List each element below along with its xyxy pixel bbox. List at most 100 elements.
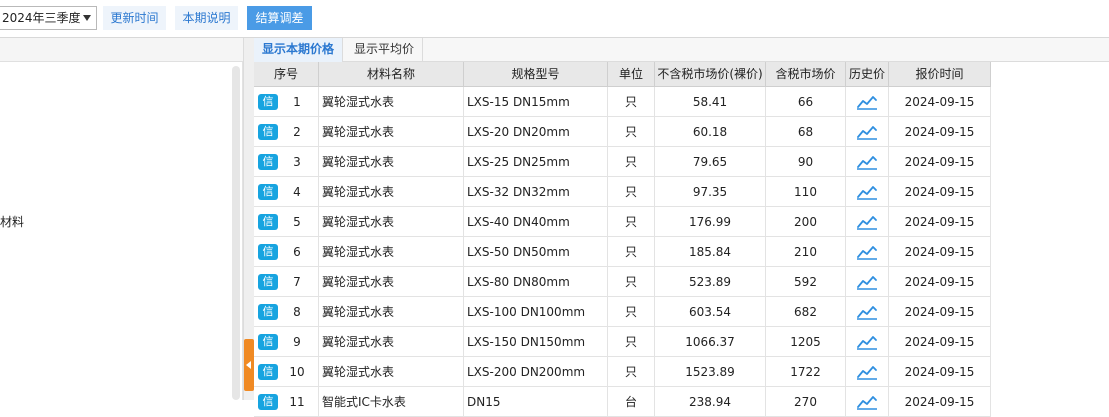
price-inc-tax-cell: 682 [766, 297, 846, 327]
price-ex-tax-cell: 238.94 [655, 387, 766, 417]
collapse-handle[interactable] [244, 339, 254, 391]
table-row[interactable]: 信 8 翼轮湿式水表 LXS-100 DN100mm 只 603.54 682 … [254, 297, 991, 327]
trend-chart-icon[interactable] [856, 124, 878, 140]
spec-cell: DN15 [464, 387, 608, 417]
tab-average-price[interactable]: 显示平均价 [346, 38, 424, 62]
price-inc-tax-cell: 90 [766, 147, 846, 177]
toolbar: 2024年三季度 更新时间 本期说明 结算调差 [0, 0, 1109, 38]
period-select[interactable]: 2024年三季度 [0, 6, 97, 30]
spec-cell: LXS-50 DN50mm [464, 237, 608, 267]
price-ex-tax-cell: 176.99 [655, 207, 766, 237]
table-row[interactable]: 信 5 翼轮湿式水表 LXS-40 DN40mm 只 176.99 200 20… [254, 207, 991, 237]
table-row[interactable]: 信 1 翼轮湿式水表 LXS-15 DN15mm 只 58.41 66 2024… [254, 87, 991, 117]
left-panel-item[interactable]: 材料 [0, 213, 24, 230]
spec-cell: LXS-150 DN150mm [464, 327, 608, 357]
panel-splitter[interactable] [243, 38, 254, 400]
unit-cell: 只 [608, 177, 655, 207]
tab-current-price[interactable]: 显示本期价格 [254, 38, 344, 62]
seq-cell: 信 8 [254, 297, 319, 327]
credit-badge[interactable]: 信 [258, 334, 278, 350]
material-name-cell: 翼轮湿式水表 [319, 147, 464, 177]
price-inc-tax-cell: 270 [766, 387, 846, 417]
table-row[interactable]: 信 3 翼轮湿式水表 LXS-25 DN25mm 只 79.65 90 2024… [254, 147, 991, 177]
credit-badge[interactable]: 信 [258, 94, 278, 110]
quote-date-cell: 2024-09-15 [889, 177, 991, 207]
column-header-price-inc-tax[interactable]: 含税市场价 [766, 62, 846, 87]
column-header-spec[interactable]: 规格型号 [464, 62, 608, 87]
credit-badge[interactable]: 信 [258, 154, 278, 170]
spec-cell: LXS-200 DN200mm [464, 357, 608, 387]
update-time-button[interactable]: 更新时间 [103, 6, 166, 30]
trend-chart-icon[interactable] [856, 304, 878, 320]
trend-chart-icon[interactable] [856, 394, 878, 410]
credit-badge[interactable]: 信 [258, 214, 278, 230]
price-inc-tax-cell: 66 [766, 87, 846, 117]
period-select-value: 2024年三季度 [2, 11, 81, 25]
table-row[interactable]: 信 9 翼轮湿式水表 LXS-150 DN150mm 只 1066.37 120… [254, 327, 991, 357]
unit-cell: 只 [608, 207, 655, 237]
price-ex-tax-cell: 79.65 [655, 147, 766, 177]
price-inc-tax-cell: 1722 [766, 357, 846, 387]
price-inc-tax-cell: 110 [766, 177, 846, 207]
column-header-date[interactable]: 报价时间 [889, 62, 991, 87]
seq-number: 8 [293, 305, 301, 319]
column-header-seq[interactable]: 序号 [254, 62, 319, 87]
caret-down-icon [83, 15, 91, 21]
seq-number: 1 [293, 95, 301, 109]
left-panel: 材料 [0, 38, 243, 400]
seq-cell: 信 1 [254, 87, 319, 117]
quote-date-cell: 2024-09-15 [889, 237, 991, 267]
table-row[interactable]: 信 7 翼轮湿式水表 LXS-80 DN80mm 只 523.89 592 20… [254, 267, 991, 297]
spec-cell: LXS-15 DN15mm [464, 87, 608, 117]
table-row[interactable]: 信 4 翼轮湿式水表 LXS-32 DN32mm 只 97.35 110 202… [254, 177, 991, 207]
period-note-button[interactable]: 本期说明 [175, 6, 238, 30]
quote-date-cell: 2024-09-15 [889, 207, 991, 237]
history-cell [846, 207, 889, 237]
column-header-unit[interactable]: 单位 [608, 62, 655, 87]
trend-chart-icon[interactable] [856, 94, 878, 110]
history-cell [846, 267, 889, 297]
left-panel-scrollbar[interactable] [232, 66, 240, 400]
quote-date-cell: 2024-09-15 [889, 147, 991, 177]
column-header-price-ex-tax[interactable]: 不含税市场价(裸价) [655, 62, 766, 87]
material-name-cell: 翼轮湿式水表 [319, 297, 464, 327]
credit-badge[interactable]: 信 [258, 244, 278, 260]
spec-cell: LXS-20 DN20mm [464, 117, 608, 147]
price-ex-tax-cell: 603.54 [655, 297, 766, 327]
price-inc-tax-cell: 1205 [766, 327, 846, 357]
credit-badge[interactable]: 信 [258, 304, 278, 320]
unit-cell: 只 [608, 327, 655, 357]
quote-date-cell: 2024-09-15 [889, 117, 991, 147]
trend-chart-icon[interactable] [856, 184, 878, 200]
trend-chart-icon[interactable] [856, 244, 878, 260]
table-row[interactable]: 信 10 翼轮湿式水表 LXS-200 DN200mm 只 1523.89 17… [254, 357, 991, 387]
table-row[interactable]: 信 6 翼轮湿式水表 LXS-50 DN50mm 只 185.84 210 20… [254, 237, 991, 267]
trend-chart-icon[interactable] [856, 334, 878, 350]
table-row[interactable]: 信 2 翼轮湿式水表 LXS-20 DN20mm 只 60.18 68 2024… [254, 117, 991, 147]
column-header-history[interactable]: 历史价 [846, 62, 889, 87]
unit-cell: 只 [608, 147, 655, 177]
material-name-cell: 翼轮湿式水表 [319, 237, 464, 267]
material-name-cell: 翼轮湿式水表 [319, 207, 464, 237]
trend-chart-icon[interactable] [856, 154, 878, 170]
credit-badge[interactable]: 信 [258, 124, 278, 140]
quote-date-cell: 2024-09-15 [889, 297, 991, 327]
credit-badge[interactable]: 信 [258, 184, 278, 200]
quote-date-cell: 2024-09-15 [889, 387, 991, 417]
history-cell [846, 387, 889, 417]
material-name-cell: 翼轮湿式水表 [319, 177, 464, 207]
settlement-button[interactable]: 结算调差 [247, 6, 312, 30]
history-cell [846, 147, 889, 177]
trend-chart-icon[interactable] [856, 364, 878, 380]
credit-badge[interactable]: 信 [258, 394, 278, 410]
trend-chart-icon[interactable] [856, 214, 878, 230]
credit-badge[interactable]: 信 [258, 274, 278, 290]
seq-number: 10 [289, 365, 305, 379]
history-cell [846, 177, 889, 207]
table-row[interactable]: 信 11 智能式IC卡水表 DN15 台 238.94 270 2024-09-… [254, 387, 991, 417]
unit-cell: 只 [608, 117, 655, 147]
credit-badge[interactable]: 信 [258, 364, 278, 380]
trend-chart-icon[interactable] [856, 274, 878, 290]
column-header-name[interactable]: 材料名称 [319, 62, 464, 87]
price-tabs: 显示本期价格 显示平均价 [254, 38, 1109, 62]
